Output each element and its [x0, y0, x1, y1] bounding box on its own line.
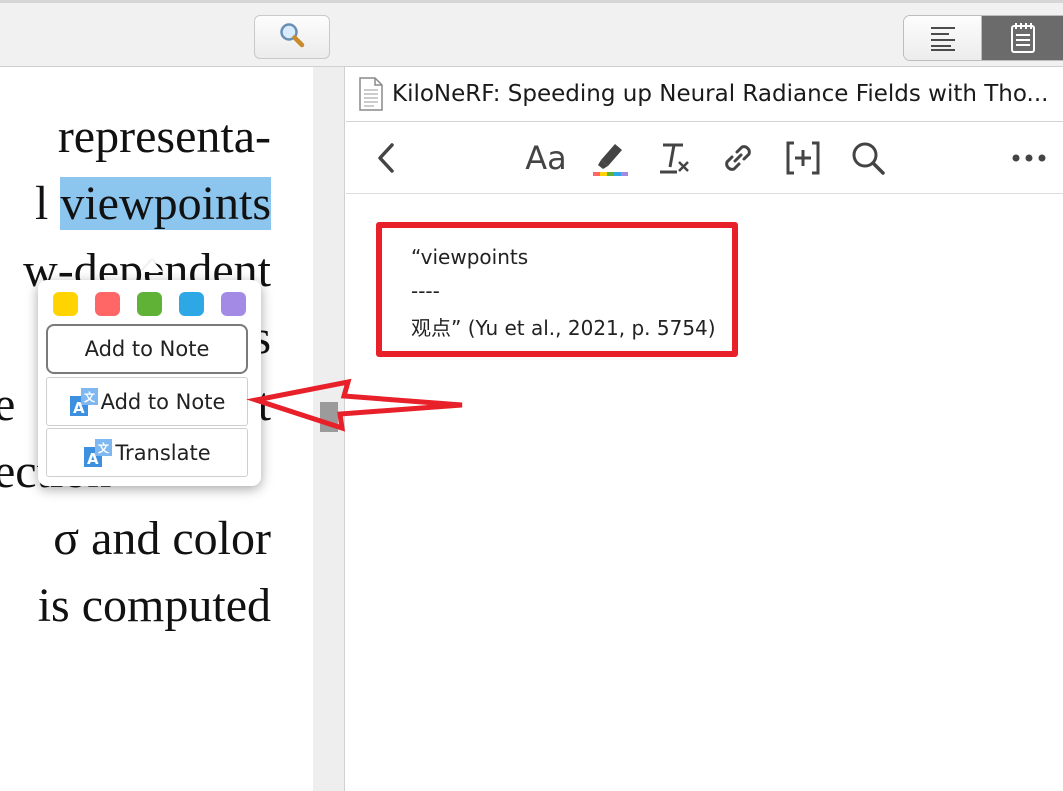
color-swatch-red[interactable]: [95, 292, 120, 316]
pdf-text-line: l viewpoints: [35, 176, 271, 232]
red-arrow-annotation: [246, 378, 463, 432]
note-toolbar: Aa: [346, 122, 1063, 194]
find-button[interactable]: [848, 136, 888, 180]
more-dots-icon: [1012, 154, 1046, 162]
popup-caret: [141, 260, 163, 272]
color-swatch-blue[interactable]: [179, 292, 204, 316]
note-divider-line[interactable]: ----: [411, 279, 440, 303]
pdf-text-line: e: [0, 378, 16, 431]
highlight-button[interactable]: [591, 136, 631, 180]
color-swatches: [53, 292, 246, 316]
notepad-icon: [1010, 23, 1035, 53]
svg-text:文: 文: [84, 390, 96, 404]
top-toolbar: [0, 0, 1063, 67]
back-button[interactable]: [368, 136, 404, 180]
highlight-annotation-box: “viewpoints ---- 观点” (Yu et al., 2021, p…: [376, 222, 738, 357]
pdf-text-line: σ and color: [53, 512, 271, 565]
insert-citation-button[interactable]: [783, 136, 823, 180]
pdf-text-prefix: l: [35, 177, 61, 230]
notes-view-button[interactable]: [982, 16, 1063, 60]
clear-format-button[interactable]: [656, 136, 692, 180]
add-to-note-label: Add to Note: [84, 337, 210, 361]
svg-text:文: 文: [98, 441, 110, 455]
chevron-left-icon: [378, 143, 394, 173]
translate-add-to-note-button[interactable]: A 文 Add to Note: [46, 377, 248, 426]
color-swatch-green[interactable]: [137, 292, 162, 316]
pdf-text-line: representa-: [57, 110, 271, 163]
annotation-popup: Add to Note A 文 Add to Note A 文 Translat…: [38, 280, 261, 486]
magnifier-icon: [277, 20, 307, 55]
note-quote-line[interactable]: “viewpoints: [411, 245, 528, 269]
highlighter-icon: [593, 144, 628, 176]
search-icon: [852, 142, 885, 175]
link-icon: [725, 145, 751, 171]
font-format-button[interactable]: Aa: [524, 136, 568, 180]
translate-add-to-note-label: Add to Note: [100, 389, 226, 414]
color-swatch-yellow[interactable]: [53, 292, 78, 316]
outline-view-button[interactable]: [904, 16, 982, 60]
highlighted-word[interactable]: viewpoints: [60, 177, 271, 230]
search-button[interactable]: [254, 15, 330, 59]
translate-icon: A 文: [69, 387, 99, 417]
note-title[interactable]: KiloNeRF: Speeding up Neural Radiance Fi…: [392, 81, 1052, 107]
pdf-text-line: is computed: [37, 579, 271, 632]
note-title-bar: KiloNeRF: Speeding up Neural Radiance Fi…: [346, 67, 1063, 122]
clear-format-icon: [660, 143, 689, 174]
view-toggle: [903, 15, 1063, 61]
note-translation-line[interactable]: 观点” (Yu et al., 2021, p. 5754): [411, 312, 716, 341]
add-to-note-button[interactable]: Add to Note: [46, 324, 248, 374]
font-label: Aa: [525, 139, 567, 177]
color-swatch-purple[interactable]: [221, 292, 246, 316]
link-button[interactable]: [718, 136, 758, 180]
document-icon: [358, 77, 384, 111]
more-options-button[interactable]: [1009, 136, 1049, 180]
translate-button[interactable]: A 文 Translate: [46, 428, 248, 477]
translate-icon: A 文: [83, 438, 113, 468]
add-citation-icon: [786, 141, 820, 175]
translate-label: Translate: [115, 440, 211, 465]
text-lines-icon: [930, 27, 955, 51]
